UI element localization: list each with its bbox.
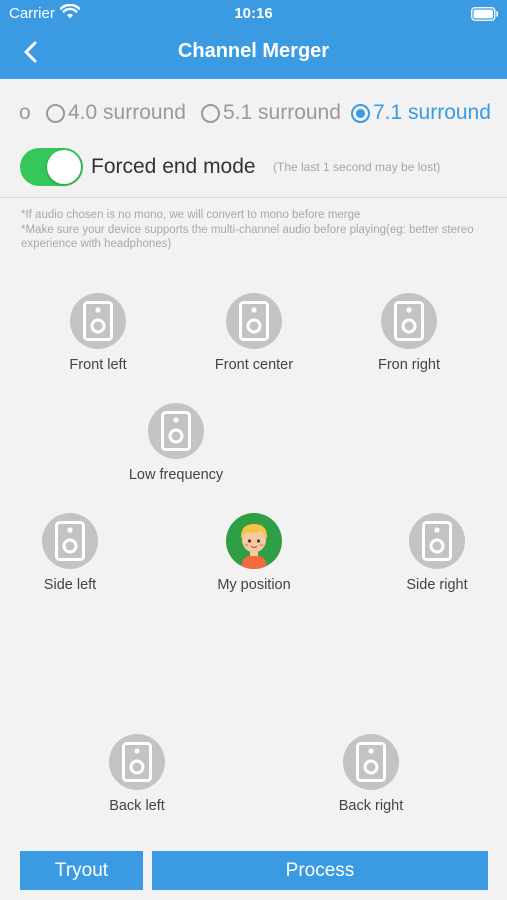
forced-end-label: Forced end mode <box>91 155 256 178</box>
speaker-side-right[interactable]: Side right <box>367 513 507 593</box>
radio-unchecked-icon <box>46 103 65 123</box>
speaker-icon <box>70 293 126 349</box>
speaker-icon <box>409 513 465 569</box>
surround-option-7-1[interactable]: 7.1 surround <box>351 96 491 130</box>
header: Carrier 10:16 Channel Merger <box>0 0 507 79</box>
my-position-label: My position <box>217 577 291 593</box>
status-bar: Carrier 10:16 <box>0 0 507 28</box>
speaker-back-right[interactable]: Back right <box>301 734 441 814</box>
app-screen: Carrier 10:16 Channel Merger o 4.0 surro… <box>0 0 507 900</box>
avatar-icon <box>226 513 282 569</box>
speaker-icon <box>148 403 204 459</box>
speaker-label: Front left <box>69 357 127 373</box>
surround-option-5-1[interactable]: 5.1 surround <box>201 96 341 130</box>
speaker-low-frequency[interactable]: Low frequency <box>106 403 246 483</box>
speaker-icon <box>226 293 282 349</box>
speaker-label: Side left <box>43 577 97 593</box>
speaker-label: Back left <box>109 798 165 814</box>
radio-unchecked-icon <box>201 103 220 123</box>
surround-option-clipped-label[interactable]: o <box>19 96 31 130</box>
surround-option-label: 5.1 surround <box>223 101 341 124</box>
speaker-label: Front center <box>214 357 294 373</box>
divider <box>0 197 507 198</box>
note-multichannel: *Make sure your device supports the mult… <box>21 223 474 251</box>
info-notes: *If audio chosen is no mono, we will con… <box>21 208 497 252</box>
speaker-icon <box>109 734 165 790</box>
forced-end-toggle[interactable] <box>20 148 83 186</box>
speaker-label: Low frequency <box>128 467 224 483</box>
speaker-icon <box>381 293 437 349</box>
toggle-knob <box>47 150 81 184</box>
page-title: Channel Merger <box>177 40 330 62</box>
note-mono: *If audio chosen is no mono, we will con… <box>21 209 361 221</box>
speaker-side-left[interactable]: Side left <box>0 513 140 593</box>
forced-end-note: (The last 1 second may be lost) <box>273 160 441 174</box>
speaker-label: Side right <box>406 577 468 593</box>
surround-option-4-0[interactable]: 4.0 surround <box>46 96 186 130</box>
battery-icon <box>471 7 499 26</box>
my-position[interactable]: My position <box>184 513 324 593</box>
tryout-button[interactable]: Tryout <box>20 851 143 890</box>
speaker-label: Back right <box>338 798 404 814</box>
surround-option-label: 4.0 surround <box>68 101 186 124</box>
surround-option-label: 7.1 surround <box>373 101 491 124</box>
radio-checked-icon <box>351 103 370 123</box>
speaker-front-center[interactable]: Front center <box>184 293 324 373</box>
speaker-icon <box>42 513 98 569</box>
speaker-front-left[interactable]: Front left <box>28 293 168 373</box>
speaker-label: Fron right <box>377 357 441 373</box>
speaker-front-right[interactable]: Fron right <box>339 293 479 373</box>
surround-selector: o 4.0 surround 5.1 surround 7.1 surround <box>0 96 507 130</box>
speaker-back-left[interactable]: Back left <box>67 734 207 814</box>
speaker-icon <box>343 734 399 790</box>
process-button[interactable]: Process <box>152 851 488 890</box>
status-time: 10:16 <box>234 5 273 22</box>
